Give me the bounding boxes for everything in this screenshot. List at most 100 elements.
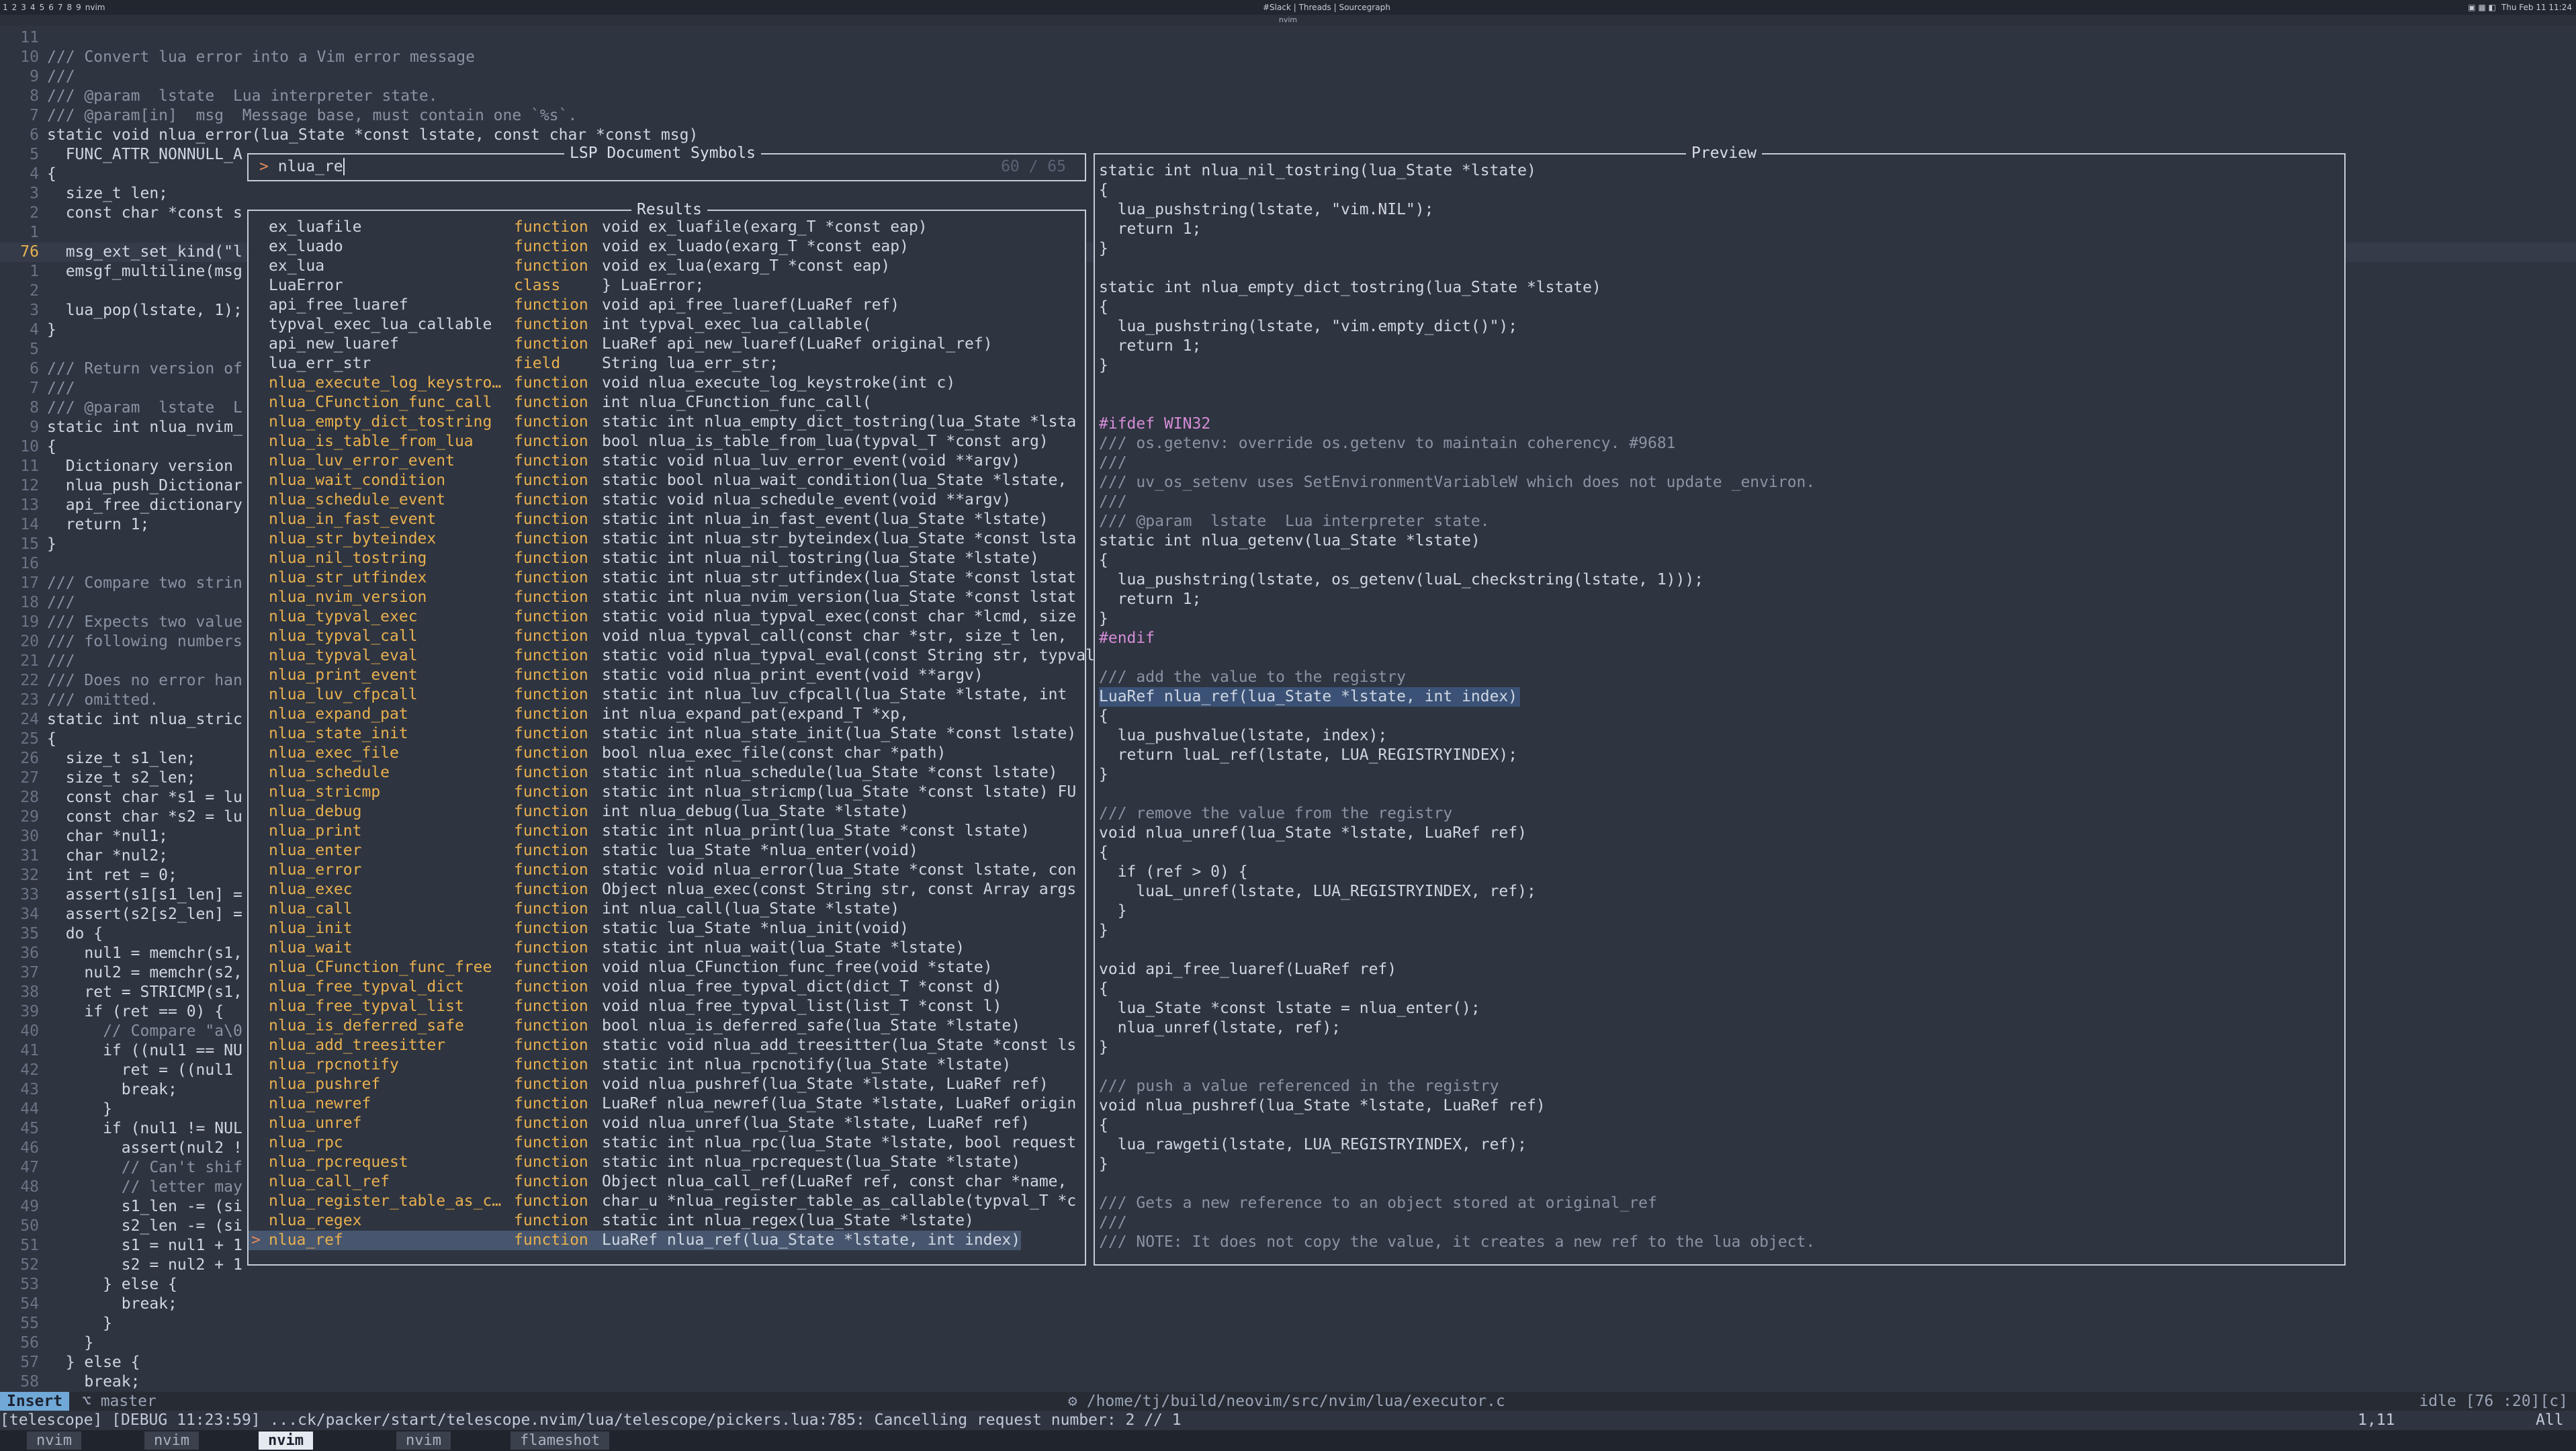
result-row[interactable]: nlua_stricmp function static int nlua_stri… (249, 783, 1085, 802)
result-row[interactable]: nlua_error function static void nlua_error… (249, 861, 1085, 880)
result-row[interactable]: nlua_pushref function void nlua_pushref(lu… (249, 1075, 1085, 1094)
result-row[interactable]: nlua_CFunction_func_call function int nlua… (249, 393, 1085, 412)
result-row[interactable]: nlua_print_event function static void nlua… (249, 666, 1085, 685)
preview-line: nlua_unref(lstate, ref); (1099, 1019, 1341, 1037)
result-row[interactable]: nlua_call_ref function Object nlua_call_re… (249, 1172, 1085, 1192)
line-text: static void nlua_error(lua_State *const … (47, 126, 699, 144)
line-text: /// (47, 380, 75, 397)
result-row[interactable]: nlua_free_typval_dict function void nlua_f… (249, 977, 1085, 997)
preview-line: lua_rawgeti(lstate, LUA_REGISTRYINDEX, r… (1099, 1136, 1527, 1153)
result-row[interactable]: nlua_add_treesitter function static void n… (249, 1036, 1085, 1055)
result-row[interactable]: nlua_typval_exec function static void nlua… (249, 607, 1085, 627)
line-text: lua_pop(lstate, 1); (47, 302, 242, 319)
result-row[interactable]: nlua_regex function static int nlua_regex(… (249, 1211, 1085, 1231)
preview-line: } (1099, 1039, 1108, 1056)
workspace-7[interactable]: 7 (58, 0, 63, 15)
result-row[interactable]: nlua_debug function int nlua_debug(lua_Sta… (249, 802, 1085, 822)
result-row[interactable]: nlua_typval_call function void nlua_typval… (249, 627, 1085, 646)
telescope-prompt[interactable]: LSP Document Symbols > nlua_re 60 / 65 (247, 144, 1086, 181)
result-row[interactable]: nlua_newref function LuaRef nlua_newref(lu… (249, 1094, 1085, 1114)
result-name: nlua_print_event (269, 666, 418, 684)
result-row[interactable]: nlua_empty_dict_tostring function static i… (249, 412, 1085, 432)
workspace-3[interactable]: 3 (21, 0, 26, 15)
result-name: lua_err_str (269, 355, 371, 372)
result-row[interactable]: nlua_init function static lua_State *nlua_… (249, 919, 1085, 938)
line-text: static int nlua_nvim_ (47, 419, 242, 436)
result-row[interactable]: nlua_register_table_as_c… function char_u … (249, 1192, 1085, 1211)
result-row[interactable]: api_new_luaref function LuaRef api_new_lua… (249, 335, 1085, 354)
line-number: 4 (30, 165, 39, 183)
line-number: 36 (20, 944, 39, 962)
result-row[interactable]: nlua_str_utfindex function static int nlua… (249, 568, 1085, 588)
result-row[interactable]: ex_luado function void ex_luado(exarg_T *c… (249, 237, 1085, 257)
result-row[interactable]: nlua_nvim_version function static int nlua… (249, 588, 1085, 607)
result-row[interactable]: nlua_enter function static lua_State *nlua… (249, 841, 1085, 861)
editor-buffer[interactable]: 11 10/// Convert lua error into a Vim err… (0, 27, 2576, 1391)
tmux-tab-nvim[interactable]: nvim (27, 1432, 81, 1450)
result-row[interactable]: nlua_is_deferred_safe function bool nlua_i… (249, 1016, 1085, 1036)
result-name: nlua_print (269, 822, 362, 840)
preview-line: /// (1099, 454, 1127, 472)
tmux-tab-nvim[interactable]: nvim (144, 1432, 199, 1450)
result-row[interactable]: nlua_expand_pat function int nlua_expand_p… (249, 705, 1085, 724)
preview-line: { (1099, 707, 1108, 725)
result-row[interactable]: nlua_print function static int nlua_print(… (249, 822, 1085, 841)
lsp-status: idle [76 :20][c] (2419, 1393, 2568, 1410)
line-text: static int nlua_stric (47, 711, 242, 728)
result-row[interactable]: nlua_schedule function static int nlua_sch… (249, 763, 1085, 783)
result-row[interactable]: nlua_luv_error_event function static void … (249, 451, 1085, 471)
result-row[interactable]: nlua_wait function static int nlua_wait(lu… (249, 938, 1085, 958)
result-row[interactable]: typval_exec_lua_callable function int typv… (249, 315, 1085, 335)
tmux-tab-nvim[interactable]: nvim (396, 1432, 451, 1450)
telescope-results[interactable]: Results ex_luafile function void ex_luafil… (247, 200, 1141, 1266)
result-row[interactable]: nlua_typval_eval function static void nlua… (249, 646, 1141, 666)
result-row[interactable]: nlua_call function int nlua_call(lua_State… (249, 899, 1085, 919)
result-row[interactable]: ex_lua function void ex_lua(exarg_T *const… (249, 257, 1085, 276)
result-row[interactable]: nlua_rpc function static int nlua_rpc(lua_… (249, 1133, 1085, 1153)
line-text: /// Convert lua error into a Vim error m… (47, 48, 475, 66)
workspace-4[interactable]: 4 (30, 0, 36, 15)
result-row[interactable]: nlua_exec_file function bool nlua_exec_fil… (249, 744, 1085, 763)
workspace-2[interactable]: 2 (12, 0, 17, 15)
result-row[interactable]: nlua_state_init function static int nlua_s… (249, 724, 1085, 744)
tmux-tab-nvim[interactable]: nvim (259, 1432, 313, 1450)
result-row[interactable]: nlua_is_table_from_lua function bool nlua_… (249, 432, 1085, 451)
prompt-input[interactable]: > nlua_re (259, 157, 354, 177)
line-text: nlua_push_Dictionar (47, 477, 242, 494)
result-name: typval_exec_lua_callable (269, 316, 492, 333)
preview-line: return 1; (1099, 220, 1202, 238)
result-row[interactable]: nlua_rpcrequest function static int nlua_r… (249, 1153, 1085, 1172)
workspace-9[interactable]: 9 (76, 0, 81, 15)
result-kind: function (514, 433, 588, 450)
tmux-tab-flameshot[interactable]: flameshot (510, 1432, 610, 1450)
result-name: nlua_rpcrequest (269, 1153, 408, 1171)
clock-text: Thu Feb 11 11:24 (2501, 3, 2572, 12)
line-text: /// @param lstate Lua interpreter state. (47, 87, 438, 105)
result-row[interactable]: nlua_rpcnotify function static int nlua_rp… (249, 1055, 1085, 1075)
result-row[interactable]: nlua_CFunction_func_free function void nlu… (249, 958, 1085, 977)
result-row[interactable]: api_free_luaref function void api_free_lua… (249, 296, 1085, 315)
result-row[interactable]: nlua_free_typval_list function void nlua_f… (249, 997, 1085, 1016)
preview-line: #ifdef WIN32 (1099, 415, 1211, 433)
result-row[interactable]: ex_luafile function void ex_luafile(exarg_… (249, 218, 1085, 237)
line-number: 9 (30, 68, 39, 85)
result-row[interactable]: LuaError class} LuaError; (249, 276, 1085, 296)
result-row[interactable]: nlua_schedule_event function static void n… (249, 490, 1085, 510)
result-row[interactable]: nlua_execute_log_keystro… function void nl… (249, 373, 1085, 393)
workspace-6[interactable]: 6 (48, 0, 54, 15)
result-row[interactable]: nlua_exec function Object nlua_exec(const … (249, 880, 1085, 899)
result-row[interactable]: lua_err_str field String lua_err_str; (249, 354, 1085, 373)
workspace-5[interactable]: 5 (40, 0, 45, 15)
result-row[interactable]: nlua_nil_tostring function static int nlua… (249, 549, 1085, 568)
result-row[interactable]: nlua_unref function void nlua_unref(lua_St… (249, 1114, 1085, 1133)
workspace-8[interactable]: 8 (66, 0, 72, 15)
result-row[interactable]: > nlua_ref function LuaRef nlua_ref(lua_Sta… (249, 1231, 1085, 1250)
line-text: do { (47, 925, 103, 942)
result-row[interactable]: nlua_luv_cfpcall function static int nlua_… (249, 685, 1085, 705)
line-number: 54 (20, 1295, 39, 1313)
result-row[interactable]: nlua_in_fast_event function static int nlu… (249, 510, 1085, 529)
result-row[interactable]: nlua_str_byteindex function static int nlu… (249, 529, 1085, 549)
result-kind: function (514, 1231, 588, 1249)
workspace-1[interactable]: 1 (3, 0, 8, 15)
result-row[interactable]: nlua_wait_condition function static bool n… (249, 471, 1085, 490)
